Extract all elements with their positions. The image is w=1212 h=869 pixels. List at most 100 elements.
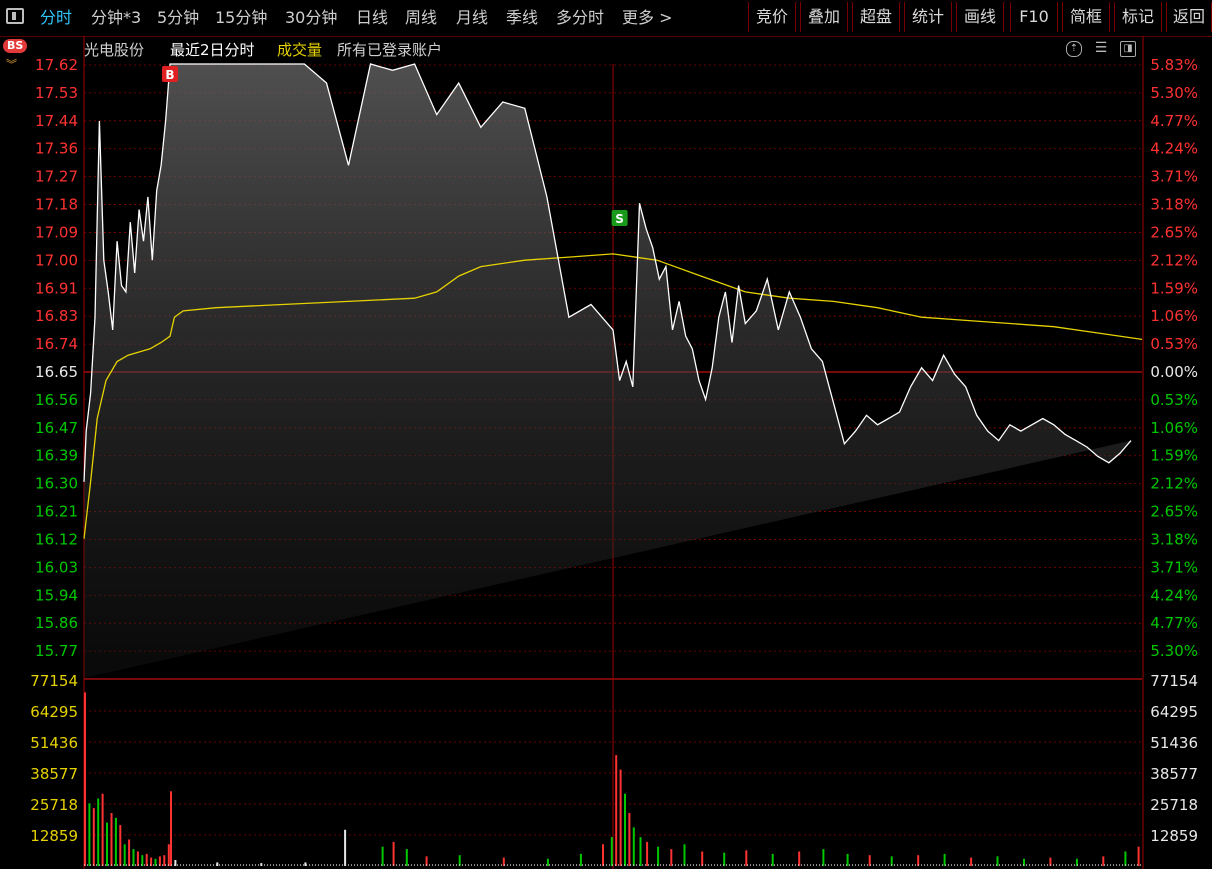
collapse-chevron-icon[interactable]: ︾: [6, 59, 17, 70]
toolbar-button-1[interactable]: 叠加: [800, 2, 848, 32]
marker-b-label: B: [165, 68, 174, 82]
price-area-fill: [84, 64, 1131, 678]
tab-2[interactable]: 5分钟: [157, 4, 199, 32]
volume-bar: [458, 855, 461, 866]
toolbar-button-7[interactable]: 标记: [1114, 2, 1162, 32]
volume-bar: [683, 844, 686, 866]
y-tick-right: 5.30%: [1150, 642, 1198, 660]
volume-bar: [917, 855, 920, 866]
volume-bar: [167, 844, 170, 866]
tab-7[interactable]: 月线: [456, 4, 488, 32]
toolbar-button-4[interactable]: 画线: [956, 2, 1004, 32]
volume-bar: [216, 862, 219, 866]
y-tick-left: 16.56: [35, 391, 78, 409]
y-tick-left: 17.18: [35, 196, 78, 214]
vol-tick-right: 51436: [1150, 734, 1198, 752]
tab-3[interactable]: 15分钟: [215, 4, 267, 32]
y-tick-left: 16.39: [35, 447, 78, 465]
volume-bar: [628, 813, 631, 866]
volume-bar: [1137, 846, 1140, 866]
volume-bar: [822, 849, 825, 866]
chart-info-bar: BS ︾ 光电股份 最近2日分时 成交量 所有已登录账户: [0, 36, 1212, 70]
volume-bar: [646, 841, 649, 866]
y-tick-right: 3.71%: [1150, 558, 1198, 576]
tab-10[interactable]: 更多 >: [622, 4, 673, 32]
volume-bar: [602, 844, 604, 866]
vol-tick-left: 64295: [30, 703, 78, 721]
volume-bar: [92, 808, 95, 866]
bs-badge[interactable]: BS: [3, 39, 28, 53]
tab-5[interactable]: 日线: [356, 4, 388, 32]
volume-bar: [154, 858, 157, 866]
y-tick-right: 4.77%: [1150, 614, 1198, 632]
volume-bar: [141, 855, 144, 866]
y-tick-right: 4.24%: [1150, 140, 1198, 158]
y-tick-right: 3.18%: [1150, 196, 1198, 214]
axis-labels: 17.62 5.83%17.53 5.30%17.44 4.77%17.36 4.24%…: [30, 56, 1198, 845]
menu-icon[interactable]: ☰: [1094, 41, 1108, 55]
tab-0[interactable]: 分时: [40, 4, 72, 32]
y-tick-left: 16.47: [35, 419, 78, 437]
y-tick-left: 17.36: [35, 140, 78, 158]
y-tick-right: 4.77%: [1150, 112, 1198, 130]
volume-bar: [425, 856, 428, 866]
volume-bar: [579, 853, 582, 866]
y-tick-left: 15.86: [35, 614, 78, 632]
volume-bar: [123, 844, 126, 866]
toolbar-button-5[interactable]: F10: [1010, 2, 1058, 32]
volume-bar: [106, 822, 108, 866]
y-tick-right: 1.59%: [1150, 279, 1198, 297]
y-tick-left: 17.53: [35, 84, 78, 102]
toolbar-button-8[interactable]: 返回: [1166, 2, 1212, 32]
volume-bar: [1023, 858, 1025, 866]
y-tick-left: 17.00: [35, 251, 78, 269]
volume-bar: [943, 853, 946, 866]
y-tick-left: 16.21: [35, 503, 78, 521]
volume-bar: [610, 837, 613, 866]
y-tick-left: 17.09: [35, 223, 78, 241]
tab-8[interactable]: 季线: [506, 4, 538, 32]
vol-tick-left: 38577: [30, 765, 78, 783]
volume-bar: [546, 858, 549, 866]
y-tick-left: 17.44: [35, 112, 78, 130]
vol-tick-right: 38577: [1150, 765, 1198, 783]
y-tick-left: 15.94: [35, 586, 78, 604]
volume-bar: [723, 852, 726, 866]
y-tick-left: 15.77: [35, 642, 78, 660]
y-tick-left: 17.27: [35, 168, 78, 186]
vol-tick-right: 64295: [1150, 703, 1198, 721]
toolbar-button-2[interactable]: 超盘: [852, 2, 900, 32]
volume-bar: [632, 827, 635, 866]
vol-tick-right: 77154: [1150, 672, 1198, 690]
volume-bar: [132, 849, 135, 866]
tab-4[interactable]: 30分钟: [285, 4, 337, 32]
volume-bar: [344, 829, 347, 866]
volume-bar: [670, 849, 673, 866]
y-tick-right: 1.06%: [1150, 419, 1198, 437]
volume-bar: [136, 851, 139, 866]
volume-bar: [110, 813, 113, 866]
toolbar-button-0[interactable]: 竞价: [748, 2, 796, 32]
volume-bar: [996, 856, 999, 866]
tab-6[interactable]: 周线: [405, 4, 437, 32]
volume-bar: [890, 856, 893, 866]
toolbar-button-3[interactable]: 统计: [904, 2, 952, 32]
toolbar-button-6[interactable]: 简框: [1062, 2, 1110, 32]
window-icon[interactable]: [6, 8, 24, 24]
account-label[interactable]: 所有已登录账户: [337, 39, 442, 60]
tab-9[interactable]: 多分时: [556, 4, 604, 32]
volume-bar: [114, 817, 117, 866]
volume-bar: [128, 839, 131, 866]
volume-bar: [624, 793, 626, 866]
volume-bar: [1102, 856, 1105, 866]
tab-1[interactable]: 分钟*3: [91, 4, 141, 32]
panel-toggle-icon[interactable]: ◨: [1120, 41, 1136, 57]
y-tick-right: 3.18%: [1150, 530, 1198, 548]
expand-icon[interactable]: ⇡: [1066, 41, 1082, 57]
trade-markers: BS: [161, 66, 628, 226]
marker-s-label: S: [615, 212, 624, 226]
y-tick-left: 16.12: [35, 530, 78, 548]
volume-bar: [260, 863, 263, 866]
vol-tick-left: 12859: [30, 827, 78, 845]
price-line: [83, 63, 1132, 482]
